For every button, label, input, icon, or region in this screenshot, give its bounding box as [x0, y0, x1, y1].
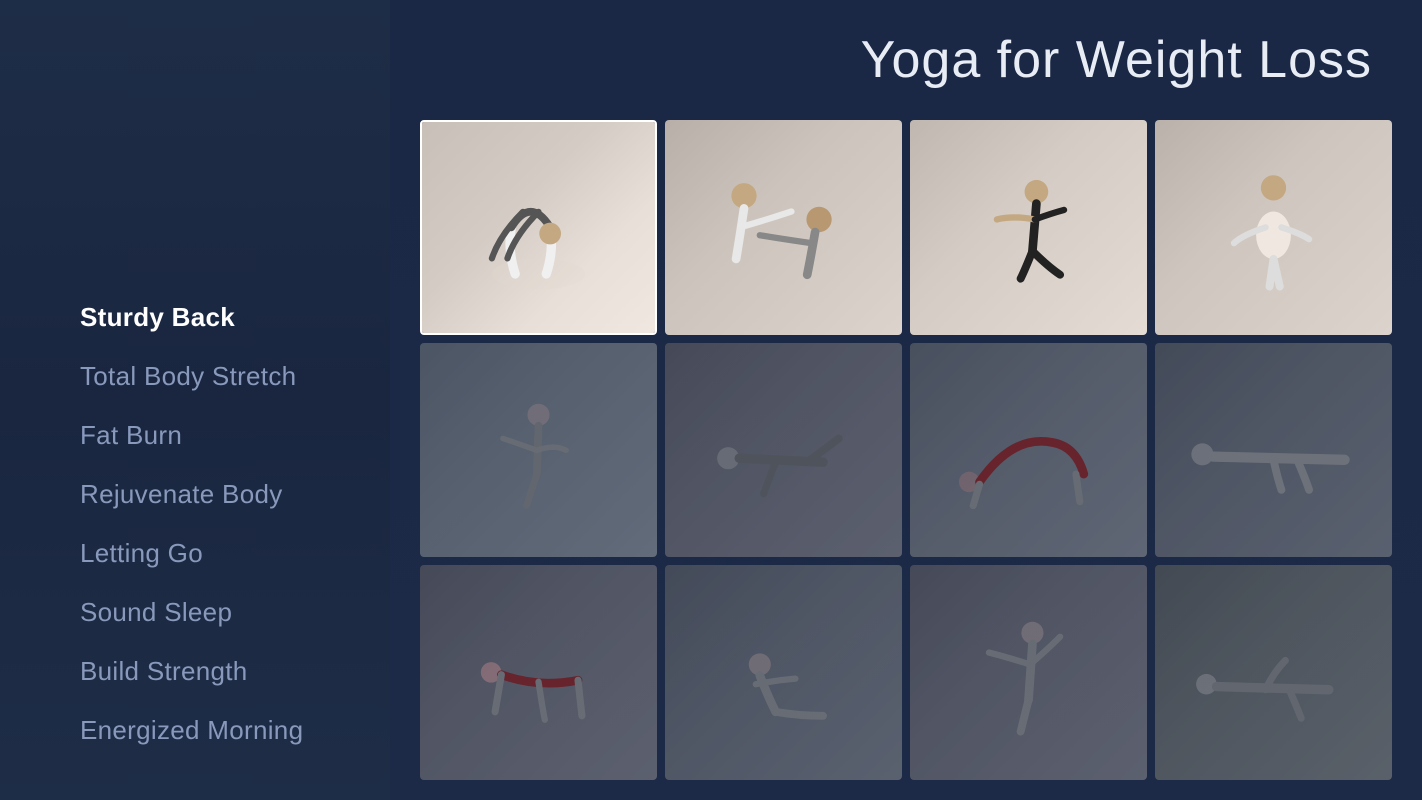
sidebar: Sturdy Back Total Body Stretch Fat Burn …: [0, 0, 390, 800]
sidebar-item-sturdy-back[interactable]: Sturdy Back: [80, 288, 390, 347]
video-card-r1c2[interactable]: [665, 120, 902, 335]
sidebar-item-build-strength[interactable]: Build Strength: [80, 642, 390, 701]
sidebar-item-sound-sleep[interactable]: Sound Sleep: [80, 583, 390, 642]
sidebar-item-total-body-stretch[interactable]: Total Body Stretch: [80, 347, 390, 406]
sidebar-item-label: Sound Sleep: [80, 597, 232, 627]
video-card-r3c1[interactable]: [420, 565, 657, 780]
sidebar-item-label: Letting Go: [80, 538, 203, 568]
sidebar-item-label: Sturdy Back: [80, 302, 235, 332]
sidebar-nav: Sturdy Back Total Body Stretch Fat Burn …: [80, 288, 390, 760]
video-card-r2c2[interactable]: [665, 343, 902, 558]
page-title: Yoga for Weight Loss: [420, 30, 1392, 90]
video-card-r2c1[interactable]: [420, 343, 657, 558]
sidebar-item-label: Build Strength: [80, 656, 248, 686]
video-card-r3c3[interactable]: [910, 565, 1147, 780]
sidebar-item-energized-morning[interactable]: Energized Morning: [80, 701, 390, 760]
sidebar-item-label: Rejuvenate Body: [80, 479, 283, 509]
video-grid: [420, 120, 1392, 780]
video-card-r1c1[interactable]: [420, 120, 657, 335]
sidebar-item-label: Total Body Stretch: [80, 361, 296, 391]
video-card-r3c4[interactable]: [1155, 565, 1392, 780]
video-card-r1c3[interactable]: [910, 120, 1147, 335]
sidebar-item-label: Fat Burn: [80, 420, 182, 450]
sidebar-item-rejuvenate-body[interactable]: Rejuvenate Body: [80, 465, 390, 524]
sidebar-item-label: Energized Morning: [80, 715, 303, 745]
video-card-r2c4[interactable]: [1155, 343, 1392, 558]
video-card-r1c4[interactable]: [1155, 120, 1392, 335]
video-card-r2c3[interactable]: [910, 343, 1147, 558]
main-content: Yoga for Weight Loss: [390, 0, 1422, 800]
sidebar-item-letting-go[interactable]: Letting Go: [80, 524, 390, 583]
video-card-r3c2[interactable]: [665, 565, 902, 780]
sidebar-item-fat-burn[interactable]: Fat Burn: [80, 406, 390, 465]
